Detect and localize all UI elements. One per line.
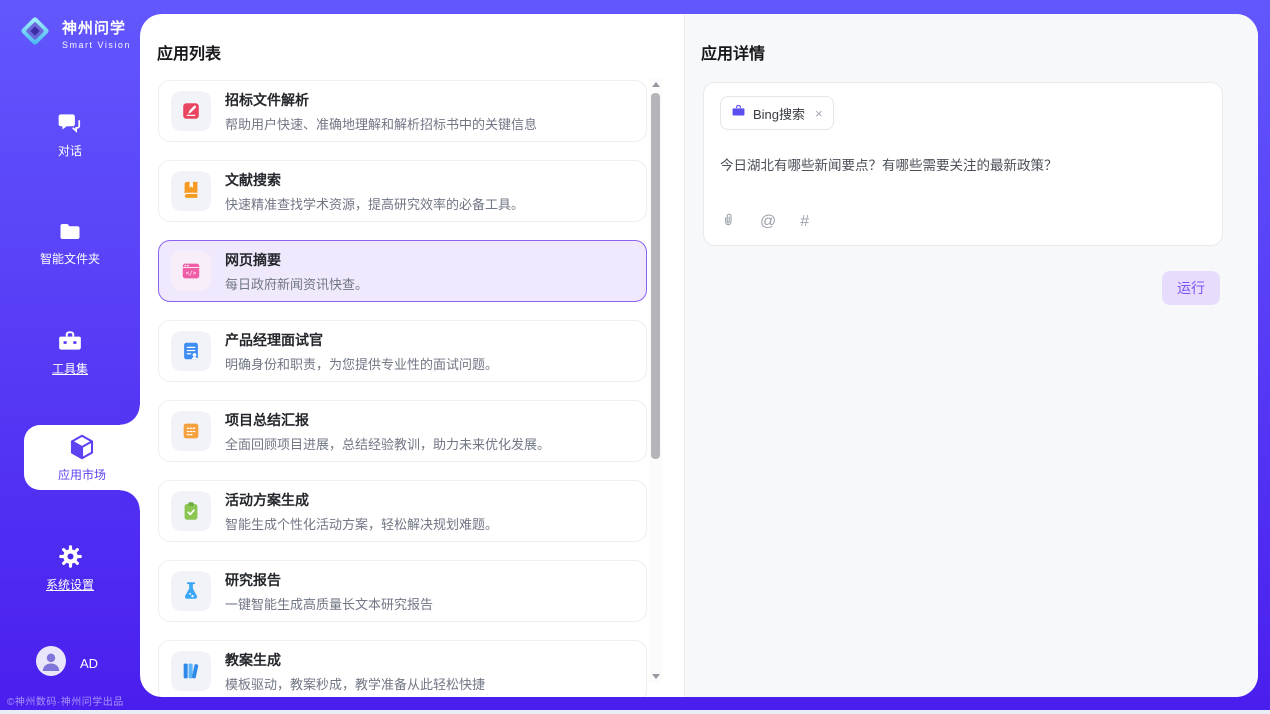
app-name: 招标文件解析 xyxy=(225,90,537,110)
flask-icon xyxy=(171,571,211,611)
app-card-literature-search[interactable]: 文献搜索 快速精准查找学术资源，提高研究效率的必备工具。 xyxy=(158,160,647,222)
app-list-title: 应用列表 xyxy=(157,40,221,64)
app-desc: 全面回顾项目进展，总结经验教训，助力未来优化发展。 xyxy=(225,434,550,453)
brand-logo: 神州问学 Smart Vision xyxy=(16,12,131,55)
app-name: 研究报告 xyxy=(225,570,433,590)
app-name: 活动方案生成 xyxy=(225,490,498,510)
user-initials: AD xyxy=(80,656,98,671)
sidebar-item-smart-folder[interactable]: 智能文件夹 xyxy=(0,220,140,267)
sidebar-item-app-market[interactable]: 应用市场 xyxy=(24,425,140,490)
resume-person-icon xyxy=(171,331,211,371)
app-desc: 每日政府新闻资讯快查。 xyxy=(225,274,368,293)
app-card-tender-analysis[interactable]: 招标文件解析 帮助用户快速、准确地理解和解析招标书中的关键信息 xyxy=(158,80,647,142)
sidebar-item-label: 对话 xyxy=(0,142,140,159)
app-desc: 一键智能生成高质量长文本研究报告 xyxy=(225,594,433,613)
app-detail-panel: 应用详情 Bing搜索 × 今日湖北有哪些新闻要点？有哪些需要关注的最新政策？ xyxy=(684,14,1258,697)
app-card-research-report[interactable]: 研究报告 一键智能生成高质量长文本研究报告 xyxy=(158,560,647,622)
scroll-down-arrow-icon[interactable] xyxy=(652,674,660,679)
browser-code-icon: </> xyxy=(171,251,211,291)
app-card-pm-interviewer[interactable]: 产品经理面试官 明确身份和职责，为您提供专业性的面试问题。 xyxy=(158,320,647,382)
sidebar-item-chat[interactable]: 对话 xyxy=(0,110,140,159)
books-icon xyxy=(171,651,211,691)
app-desc: 智能生成个性化活动方案，轻松解决规划难题。 xyxy=(225,514,498,533)
tool-chip-label: Bing搜索 xyxy=(753,104,805,123)
app-list: 招标文件解析 帮助用户快速、准确地理解和解析招标书中的关键信息 文献搜索 快速精… xyxy=(158,80,647,697)
bottom-edge xyxy=(0,710,1270,714)
sidebar-item-label: 应用市场 xyxy=(58,466,106,483)
query-card[interactable]: Bing搜索 × 今日湖北有哪些新闻要点？有哪些需要关注的最新政策？ @ # xyxy=(703,82,1223,246)
app-desc: 帮助用户快速、准确地理解和解析招标书中的关键信息 xyxy=(225,114,537,133)
scroll-up-arrow-icon[interactable] xyxy=(652,82,660,87)
avatar xyxy=(36,646,66,681)
clipboard-check-icon xyxy=(171,491,211,531)
app-name: 教案生成 xyxy=(225,650,485,670)
sidebar-item-label: 系统设置 xyxy=(0,576,140,593)
gear-icon xyxy=(0,543,140,570)
scrollbar-thumb[interactable] xyxy=(651,93,660,459)
hash-tag-icon[interactable]: # xyxy=(800,213,809,231)
app-desc: 模板驱动，教案秒成，教学准备从此轻松快捷 xyxy=(225,674,485,693)
app-name: 项目总结汇报 xyxy=(225,410,550,430)
active-tab-notch-top xyxy=(120,405,140,425)
composer-toolbar: @ # xyxy=(720,210,809,233)
folder-icon xyxy=(0,220,140,244)
at-mention-icon[interactable]: @ xyxy=(760,213,776,231)
app-name: 文献搜索 xyxy=(225,170,524,190)
toolbox-icon xyxy=(0,328,140,354)
app-card-project-summary[interactable]: 项目总结汇报 全面回顾项目进展，总结经验教训，助力未来优化发展。 xyxy=(158,400,647,462)
brand-name: 神州问学 xyxy=(62,17,131,38)
chat-icon xyxy=(0,110,140,136)
cube-icon xyxy=(67,432,97,466)
query-input[interactable]: 今日湖北有哪些新闻要点？有哪些需要关注的最新政策？ xyxy=(720,154,1206,174)
sidebar-item-settings[interactable]: 系统设置 xyxy=(0,543,140,593)
briefcase-icon xyxy=(731,103,746,123)
tool-chip-bing-search[interactable]: Bing搜索 × xyxy=(720,96,834,130)
app-card-activity-plan[interactable]: 活动方案生成 智能生成个性化活动方案，轻松解决规划难题。 xyxy=(158,480,647,542)
app-detail-title: 应用详情 xyxy=(701,40,765,64)
book-icon xyxy=(171,171,211,211)
pencil-square-icon xyxy=(171,91,211,131)
app-card-lesson-plan[interactable]: 教案生成 模板驱动，教案秒成，教学准备从此轻松快捷 xyxy=(158,640,647,697)
copyright-footer: ©神州数码·神州问学出品 xyxy=(7,693,139,708)
note-icon xyxy=(171,411,211,451)
app-card-web-summary[interactable]: </> 网页摘要 每日政府新闻资讯快查。 xyxy=(158,240,647,302)
sidebar-item-toolset[interactable]: 工具集 xyxy=(0,328,140,377)
app-desc: 快速精准查找学术资源，提高研究效率的必备工具。 xyxy=(225,194,524,213)
sidebar: 神州问学 Smart Vision 对话 智能文件夹 xyxy=(0,0,140,714)
sidebar-item-label: 工具集 xyxy=(0,360,140,377)
app-desc: 明确身份和职责，为您提供专业性的面试问题。 xyxy=(225,354,498,373)
main-content: 应用列表 招标文件解析 帮助用户快速、准确地理解和解析招标书中的关键信息 xyxy=(140,14,1258,697)
user-account[interactable]: AD xyxy=(36,646,98,681)
diamond-logo-icon xyxy=(16,12,54,55)
app-name: 网页摘要 xyxy=(225,250,368,270)
app-name: 产品经理面试官 xyxy=(225,330,498,350)
sidebar-item-label: 智能文件夹 xyxy=(0,250,140,267)
svg-text:</>: </> xyxy=(186,270,197,277)
active-tab-notch-bottom xyxy=(120,490,140,510)
run-button[interactable]: 运行 xyxy=(1162,271,1220,305)
paperclip-icon[interactable] xyxy=(720,210,736,233)
app-list-scrollbar[interactable] xyxy=(649,78,662,683)
brand-subtitle: Smart Vision xyxy=(62,40,131,50)
close-icon[interactable]: × xyxy=(815,106,823,121)
